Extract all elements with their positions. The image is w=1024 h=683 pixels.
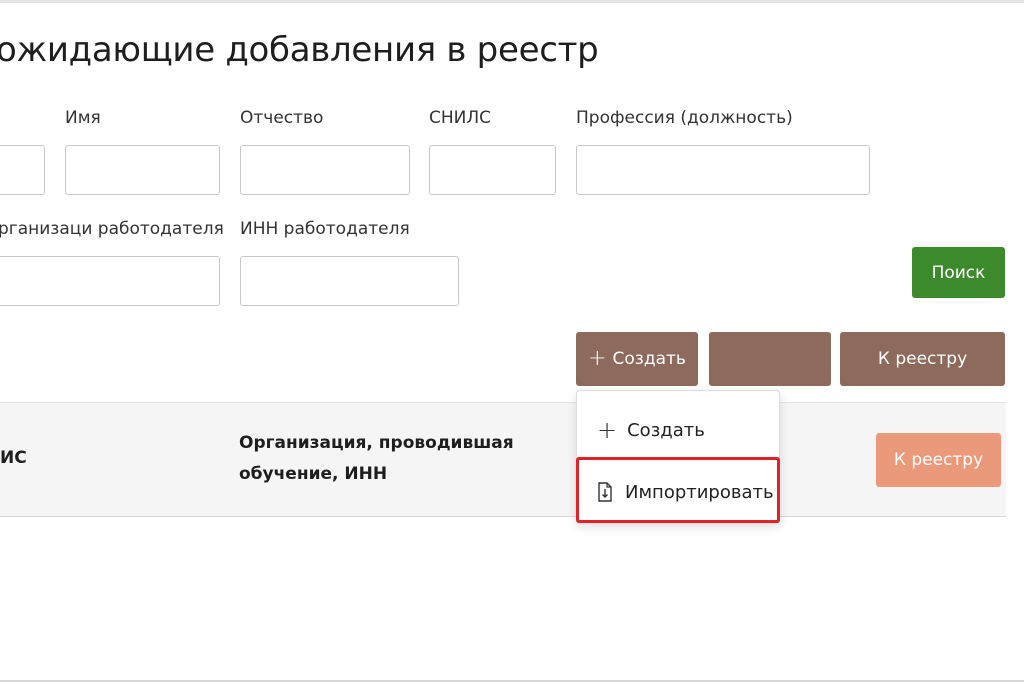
column-header-training-org: Организация, проводившая обучение, ИНН: [239, 433, 514, 484]
row-to-registry-label: К реестру: [893, 450, 984, 470]
to-registry-button-label: К реестру: [877, 349, 968, 369]
search-button-label: Поиск: [931, 262, 986, 283]
import-file-icon: [598, 482, 612, 502]
create-dropdown-menu: + Создать Импортировать: [576, 390, 780, 524]
patronymic-label: Отчество: [240, 108, 324, 128]
first-name-label: Имя: [65, 108, 101, 128]
to-registry-button[interactable]: К реестру: [840, 332, 1005, 386]
employer-org-field[interactable]: [0, 256, 220, 306]
employer-org-label: рганизаци работодателя: [0, 219, 224, 239]
dropdown-item-create-label: Создать: [627, 419, 705, 441]
dropdown-item-create[interactable]: + Создать: [577, 405, 779, 455]
bottom-divider: [0, 680, 1024, 682]
table-header: ИС Организация, проводившая обучение, ИН…: [0, 402, 1006, 517]
snils-label: СНИЛС: [429, 108, 492, 128]
plus-icon: +: [597, 416, 618, 444]
top-divider: [0, 0, 1024, 3]
page-title: ожидающие добавления в реестр: [0, 30, 599, 70]
dropdown-item-import[interactable]: Импортировать: [577, 467, 779, 517]
create-button-label: Создать: [612, 349, 686, 369]
employer-inn-label: ИНН работодателя: [240, 219, 410, 239]
column-header-snils: ИС: [0, 448, 27, 468]
snils-field[interactable]: [429, 145, 556, 195]
profession-label: Профессия (должность): [576, 108, 793, 128]
employer-inn-field[interactable]: [240, 256, 459, 306]
patronymic-field[interactable]: [240, 145, 410, 195]
first-name-field[interactable]: [65, 145, 220, 195]
create-button[interactable]: + Создать: [576, 332, 698, 386]
plus-icon: +: [588, 346, 607, 371]
unlabeled-toolbar-button[interactable]: [709, 332, 831, 386]
profession-field[interactable]: [576, 145, 870, 195]
dropdown-item-import-label: Импортировать: [625, 481, 774, 503]
search-button[interactable]: Поиск: [912, 247, 1005, 298]
last-name-field[interactable]: [0, 145, 45, 195]
row-to-registry-button[interactable]: К реестру: [876, 433, 1001, 487]
